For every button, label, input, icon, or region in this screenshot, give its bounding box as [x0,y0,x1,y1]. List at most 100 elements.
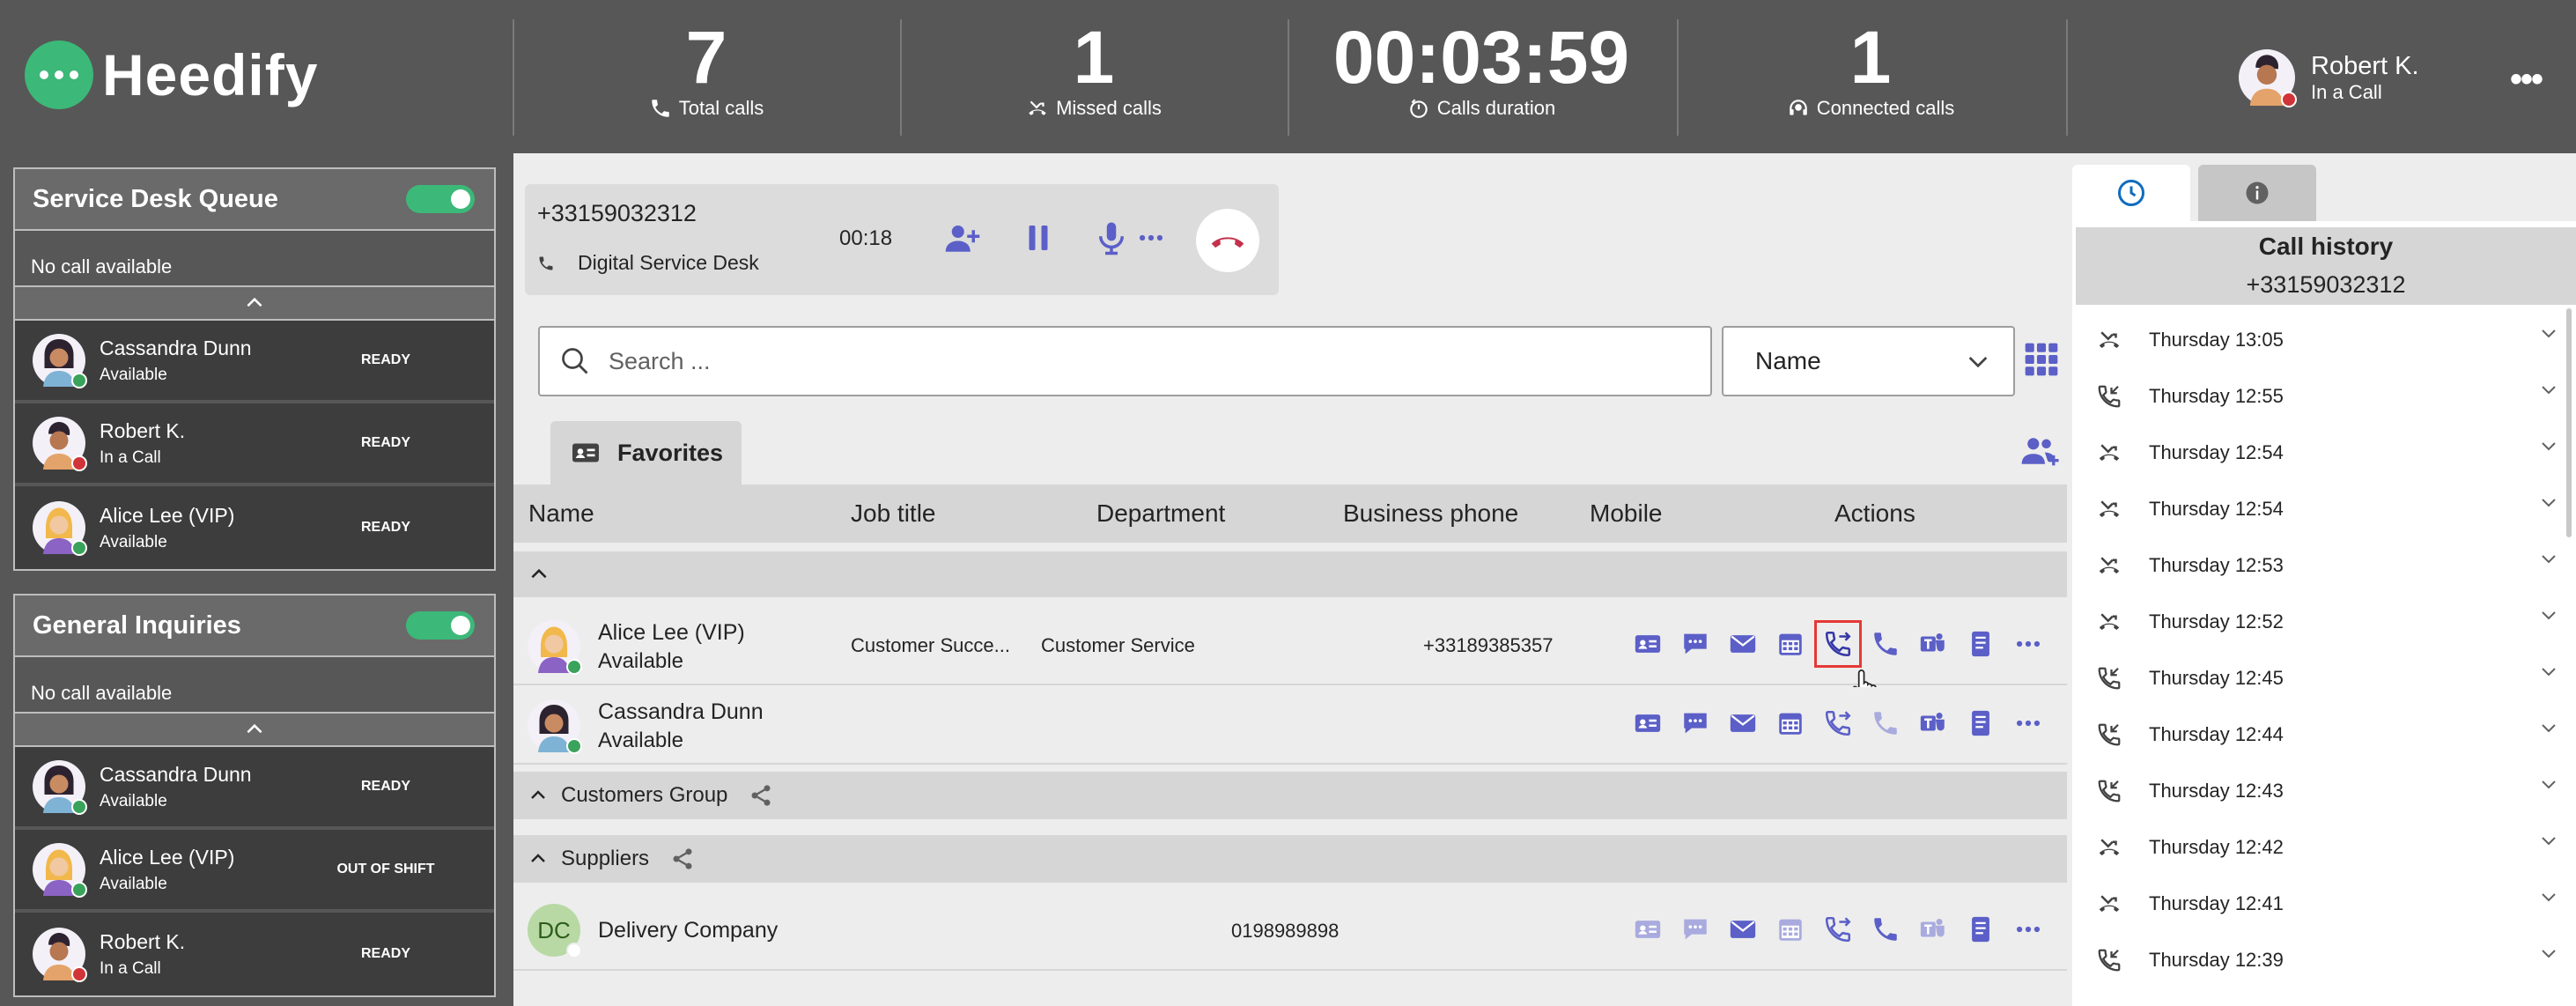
chevron-down-icon[interactable] [2538,773,2559,795]
queue-toggle[interactable] [406,611,475,640]
history-item[interactable]: Thursday 12:39 [2096,932,2554,988]
mail-icon [1728,914,1758,944]
favorites-group-row[interactable] [513,551,2067,597]
chat-button[interactable] [1672,699,1719,747]
missed-call-icon [2096,440,2122,466]
meeting-button[interactable] [1767,620,1814,668]
share-icon[interactable] [670,847,695,871]
email-button[interactable] [1719,906,1767,953]
queue-agent[interactable]: Cassandra Dunn Available READY [15,747,494,830]
hold-icon[interactable] [1020,219,1057,256]
queue-toggle[interactable] [406,185,475,213]
tab-info[interactable] [2198,165,2316,221]
history-item[interactable]: Thursday 13:05 [2096,312,2554,368]
notes-button[interactable] [1957,906,2004,953]
more-actions-button[interactable] [2004,620,2052,668]
more-actions-button[interactable] [2004,699,2052,747]
history-item[interactable]: Thursday 12:53 [2096,537,2554,594]
chevron-down-icon[interactable] [2538,492,2559,513]
chevron-down-icon[interactable] [2538,435,2559,456]
more-options-icon[interactable]: ••• [2510,60,2543,100]
avatar [33,928,87,982]
teams-button[interactable] [1909,699,1957,747]
view-contact-button[interactable] [1624,699,1672,747]
history-item[interactable]: Thursday 12:45 [2096,650,2554,706]
contact-department: Customer Service [1041,634,1195,656]
teams-button[interactable] [1909,620,1957,668]
column-header[interactable]: Mobile [1590,499,1662,528]
queue-agent[interactable]: Robert K. In a Call READY [15,913,494,995]
history-item[interactable]: Thursday 12:44 [2096,706,2554,763]
history-time: Thursday 12:41 [2149,892,2284,914]
chevron-down-icon[interactable] [2538,943,2559,964]
chevron-down-icon[interactable] [2538,830,2559,851]
chevron-down-icon[interactable] [2538,548,2559,569]
call-button[interactable] [1862,906,1909,953]
tab-favorites[interactable]: Favorites [550,421,742,485]
collapse-button[interactable] [15,285,494,321]
microphone-icon[interactable] [1093,219,1130,256]
notes-button[interactable] [1957,620,2004,668]
history-scrollbar[interactable] [2566,308,2572,537]
stat-value: 1 [1849,16,1892,99]
call-button[interactable] [1862,620,1909,668]
stat-total-calls: 7 Total calls [513,18,900,120]
chat-button[interactable] [1672,620,1719,668]
tab-history[interactable] [2072,165,2190,221]
contacts-table-header: Name Job title Department Business phone… [513,485,2067,543]
contact-business-phone[interactable]: +33189385357 [1423,634,1553,657]
queue-agent[interactable]: Robert K. In a Call READY [15,403,494,486]
email-button[interactable] [1719,620,1767,668]
grid-view-icon[interactable] [2022,340,2061,379]
table-row[interactable]: Alice Lee (VIP) Available Customer Succe.… [513,604,2067,701]
search-box[interactable] [538,326,1712,396]
column-header[interactable]: Business phone [1343,499,1518,528]
avatar [33,843,87,898]
column-header[interactable]: Department [1096,499,1225,528]
chevron-down-icon[interactable] [2538,379,2559,400]
add-group-icon[interactable] [2020,433,2061,469]
group-row-suppliers[interactable]: Suppliers [513,835,2067,883]
chevron-down-icon[interactable] [2538,886,2559,907]
notes-button[interactable] [1957,699,2004,747]
history-item[interactable]: Thursday 12:43 [2096,763,2554,819]
table-row[interactable]: Cassandra Dunn Available [513,687,2067,765]
table-row[interactable]: DC Delivery Company 0198989898 [513,890,2067,971]
timer-icon [1409,99,1428,118]
email-button[interactable] [1719,699,1767,747]
collapse-button[interactable] [15,712,494,747]
queue-agent[interactable]: Cassandra Dunn Available READY [15,321,494,403]
chevron-down-icon[interactable] [2538,604,2559,625]
chevron-down-icon[interactable] [2538,717,2559,738]
current-user[interactable]: Robert K. In a Call [2239,49,2419,107]
contact-business-phone[interactable]: 0198989898 [1231,920,1339,943]
chevron-down-icon[interactable] [2538,322,2559,344]
column-header[interactable]: Name [528,499,594,528]
call-more-icon[interactable] [1136,219,1166,256]
column-header[interactable]: Job title [851,499,936,528]
chevron-down-icon[interactable] [2538,661,2559,682]
meeting-button[interactable] [1767,699,1814,747]
group-row-customers[interactable]: Customers Group [513,772,2067,819]
history-item[interactable]: Thursday 12:54 [2096,425,2554,481]
group-name: Suppliers [561,847,650,870]
transfer-call-button[interactable] [1814,699,1862,747]
call-button [1862,699,1909,747]
transfer-call-button[interactable] [1814,906,1862,953]
history-item[interactable]: Thursday 12:41 [2096,876,2554,932]
history-item[interactable]: Thursday 12:42 [2096,819,2554,876]
incoming-call-icon [2096,778,2122,804]
search-input[interactable] [609,347,1665,375]
more-actions-button[interactable] [2004,906,2052,953]
view-contact-button[interactable] [1624,620,1672,668]
sort-select[interactable]: Name [1722,326,2015,396]
transfer-call-button[interactable] [1814,620,1862,668]
history-item[interactable]: Thursday 12:52 [2096,594,2554,650]
history-item[interactable]: Thursday 12:55 [2096,368,2554,425]
queue-agent[interactable]: Alice Lee (VIP) Available READY [15,486,494,569]
history-item[interactable]: Thursday 12:54 [2096,481,2554,537]
hang-up-button[interactable] [1196,209,1259,272]
queue-agent[interactable]: Alice Lee (VIP) Available OUT OF SHIFT [15,830,494,913]
add-participant-icon[interactable] [944,219,981,256]
share-icon[interactable] [749,783,773,808]
